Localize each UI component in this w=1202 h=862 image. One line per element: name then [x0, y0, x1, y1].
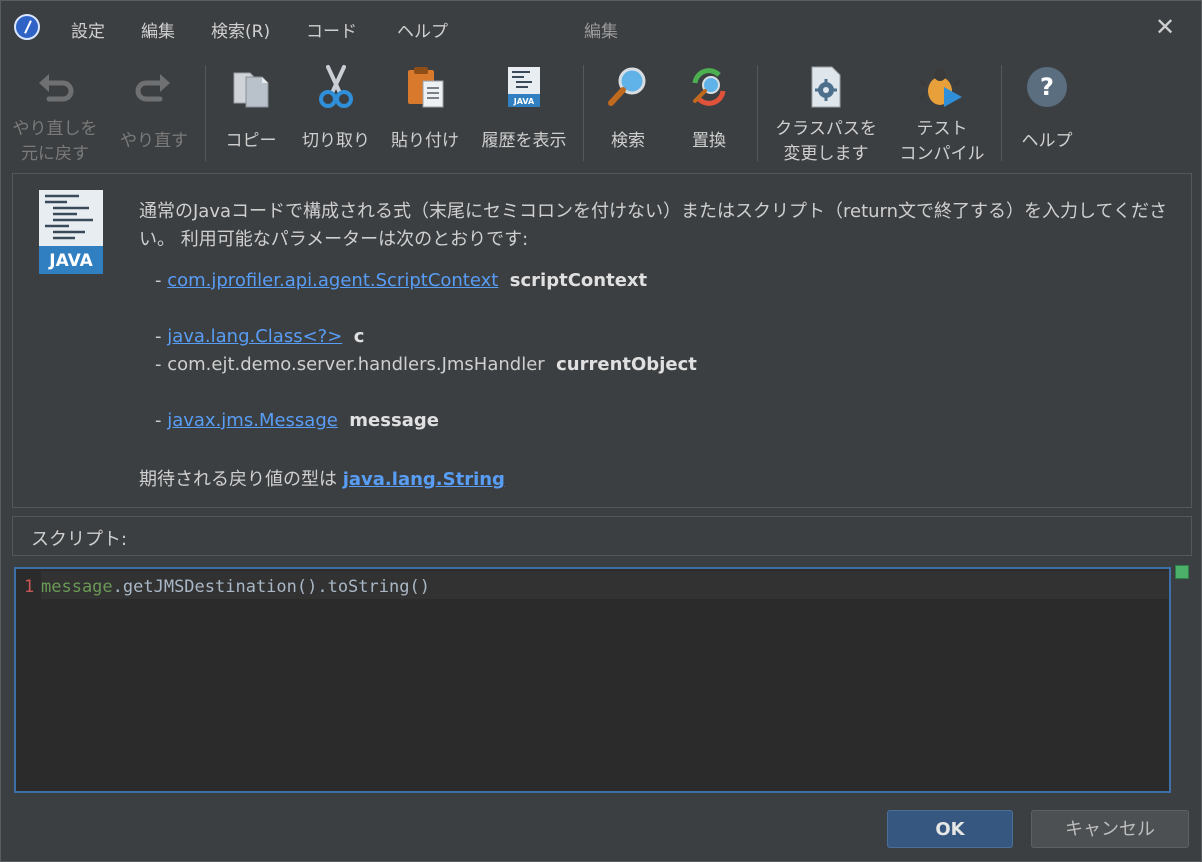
param-type-link[interactable]: com.jprofiler.api.agent.ScriptContext [167, 270, 498, 291]
param-row: - com.ejt.demo.server.handlers.JmsHandle… [155, 354, 697, 375]
redo-button[interactable]: やり直す [107, 55, 201, 167]
param-row: - java.lang.Class<?> c [155, 326, 364, 347]
undo-button[interactable]: やり直しを 元に戻す [5, 55, 105, 167]
paste-label: 貼り付け [391, 131, 459, 151]
copy-button[interactable]: コピー [213, 55, 289, 167]
gear-document-icon [811, 66, 841, 108]
show-history-button[interactable]: JAVA 履歴を表示 [473, 55, 575, 167]
change-classpath-button[interactable]: クラスパスを 変更します [765, 55, 887, 167]
undo-icon [39, 74, 74, 102]
toolbar: やり直しを 元に戻す やり直す コピー 切り取り 貼り付け JAVA 履歴を表示… [1, 55, 1201, 170]
param-name: message [349, 410, 439, 431]
window-title: 編集 [584, 22, 618, 42]
cancel-button[interactable]: キャンセル [1031, 810, 1189, 848]
clipboard-icon [408, 67, 444, 108]
copy-icon [233, 72, 269, 108]
param-name: scriptContext [509, 270, 648, 291]
edit-script-dialog: 設定 編集 検索(R) コード ヘルプ 編集 ✕ やり直しを 元に戻す やり直す [0, 0, 1202, 862]
line-number: 1 [24, 577, 35, 597]
java-history-icon: JAVA [508, 67, 540, 107]
cut-label: 切り取り [302, 131, 370, 151]
redo-label: やり直す [120, 131, 188, 151]
toolbar-separator [583, 65, 584, 161]
help-icon: ? [1027, 67, 1067, 107]
code-line[interactable]: message.getJMSDestination().toString() [41, 577, 430, 597]
test-compile-button[interactable]: テスト コンパイル [891, 55, 993, 167]
param-prefix: - com.ejt.demo.server.handlers.JmsHandle… [155, 354, 545, 375]
param-type-link[interactable]: javax.jms.Message [167, 410, 338, 431]
param-prefix: - [155, 410, 168, 431]
return-type-prefix: 期待される戻り値の型は [139, 469, 343, 490]
replace-icon [692, 68, 726, 106]
undo-label: やり直しを 元に戻す [12, 119, 98, 164]
param-prefix: - [155, 326, 168, 347]
toolbar-separator [205, 65, 206, 161]
script-editor[interactable]: 1 message.getJMSDestination().toString() [14, 567, 1171, 793]
script-label-box: スクリプト: [12, 516, 1192, 556]
svg-text:?: ? [1040, 73, 1054, 101]
app-logo-icon [14, 14, 40, 40]
script-label: スクリプト: [31, 529, 128, 550]
toolbar-separator [1001, 65, 1002, 161]
find-button[interactable]: 検索 [591, 55, 665, 167]
replace-label: 置換 [692, 131, 726, 151]
param-row: - com.jprofiler.api.agent.ScriptContext … [155, 270, 647, 291]
java-file-icon: JAVA [39, 190, 103, 274]
param-prefix: - [155, 270, 168, 291]
param-row: - javax.jms.Message message [155, 410, 439, 431]
return-type-row: 期待される戻り値の型は java.lang.String [139, 465, 505, 491]
title-bar: 設定 編集 検索(R) コード ヘルプ 編集 ✕ [1, 1, 1201, 55]
bug-icon [919, 69, 962, 107]
paste-button[interactable]: 貼り付け [385, 55, 465, 167]
svg-text:JAVA: JAVA [513, 97, 535, 106]
show-history-label: 履歴を表示 [481, 131, 567, 151]
param-name: currentObject [556, 354, 697, 375]
cut-button[interactable]: 切り取り [295, 55, 377, 167]
ok-button[interactable]: OK [887, 810, 1013, 848]
change-classpath-label: クラスパスを 変更します [775, 119, 877, 164]
menu-edit[interactable]: 編集 [141, 17, 175, 42]
copy-label: コピー [225, 131, 277, 151]
java-icon-text: JAVA [48, 251, 93, 271]
menu-settings[interactable]: 設定 [71, 17, 105, 42]
help-label: ヘルプ [1021, 131, 1073, 151]
menu-help[interactable]: ヘルプ [397, 17, 448, 42]
redo-icon [135, 74, 170, 102]
close-icon[interactable]: ✕ [1153, 15, 1177, 39]
menu-search[interactable]: 検索(R) [211, 17, 270, 42]
code-variable: message [41, 577, 113, 597]
magnifier-icon [608, 67, 646, 106]
param-type-link[interactable]: java.lang.Class<?> [167, 326, 342, 347]
info-description: 通常のJavaコードで構成される式（末尾にセミコロンを付けない）またはスクリプト… [139, 201, 1167, 250]
error-status-marker[interactable] [1175, 565, 1189, 579]
toolbar-separator [757, 65, 758, 161]
code-method-chain: .getJMSDestination().toString() [112, 577, 430, 597]
info-panel: JAVA 通常のJavaコードで構成される式（末尾にセミコロンを付けない）または… [12, 173, 1192, 508]
test-compile-label: テスト コンパイル [899, 119, 985, 164]
find-label: 検索 [611, 131, 645, 151]
replace-button[interactable]: 置換 [671, 55, 747, 167]
menu-code[interactable]: コード [306, 17, 357, 42]
help-button[interactable]: ? ヘルプ [1009, 55, 1085, 167]
scissors-icon [319, 65, 353, 108]
param-name: c [353, 326, 365, 347]
return-type-link[interactable]: java.lang.String [343, 469, 505, 490]
